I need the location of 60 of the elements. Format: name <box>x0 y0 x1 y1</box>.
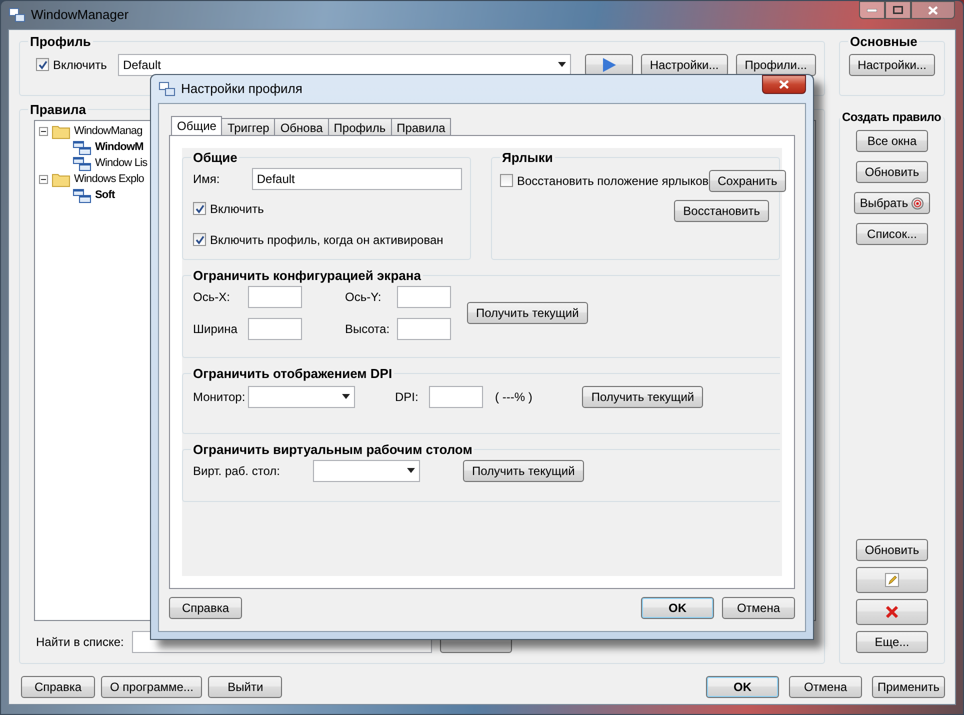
get-current-button[interactable]: Получить текущий <box>467 302 588 324</box>
footer-button[interactable]: OK <box>706 676 779 698</box>
save-button[interactable]: Сохранить <box>708 170 786 192</box>
footer-button[interactable]: О программе... <box>101 676 202 698</box>
profile-button[interactable]: Профили... <box>736 54 816 76</box>
dpi-percent: ( ---% ) <box>495 388 532 406</box>
checkbox-label: Включить <box>210 200 264 218</box>
side-button[interactable]: Обновить <box>856 539 928 561</box>
checkbox-label: Включить профиль, когда он активирован <box>210 232 444 248</box>
tab[interactable]: Общие <box>171 116 222 135</box>
dropdown[interactable]: Default <box>118 54 571 76</box>
name-field[interactable]: Default <box>252 168 462 190</box>
group-title: Основные <box>849 33 918 51</box>
tab[interactable]: Профиль <box>328 118 392 135</box>
group-title: Ограничить конфигурацией экрана <box>192 267 422 285</box>
group-title: Правила <box>29 101 87 119</box>
window-title: WindowManager <box>31 6 129 24</box>
tab[interactable]: Правила <box>390 118 452 135</box>
field-label: Ширина <box>193 320 238 338</box>
side-button[interactable]: Все окна <box>856 130 928 152</box>
tree-item[interactable]: WindowManag <box>74 123 142 140</box>
help-button[interactable]: Справка <box>169 597 242 619</box>
group-title: Создать правило <box>841 109 942 126</box>
tree-item[interactable]: Window Lis <box>95 155 148 172</box>
settings-button[interactable]: Настройки... <box>848 54 936 76</box>
group-title: Профиль <box>29 33 92 51</box>
group-title: Общие <box>192 149 238 167</box>
pick-window-button[interactable]: Выбрать <box>854 192 930 214</box>
dialog-footer-button[interactable]: OK <box>641 597 714 619</box>
group-title: Ограничить виртуальным рабочим столом <box>192 441 474 459</box>
get-current-button[interactable]: Получить текущий <box>463 460 584 482</box>
side-button[interactable]: Обновить <box>856 161 928 183</box>
footer-button[interactable]: Выйти <box>208 676 282 698</box>
checkbox-label: Восстановить положение ярлыков <box>517 172 709 190</box>
side-button[interactable]: Еще... <box>856 631 928 653</box>
name-label: Имя: <box>193 170 221 188</box>
tree-item[interactable]: Windows Explo <box>74 171 144 188</box>
tree-item[interactable]: WindowM <box>95 139 144 156</box>
field-label: Высота: <box>344 320 391 338</box>
restore-button[interactable]: Восстановить <box>674 200 769 222</box>
footer-button[interactable]: Справка <box>21 676 95 698</box>
field-label: Ось-Y: <box>344 288 382 306</box>
get-current-button[interactable]: Получить текущий <box>582 386 704 408</box>
checkbox-label: Включить <box>53 56 107 74</box>
group-title: Ограничить отображением DPI <box>192 365 394 383</box>
search-label: Найти в списке: <box>36 634 124 651</box>
profile-button[interactable]: Настройки... <box>640 54 728 76</box>
tab[interactable]: Триггер <box>221 118 276 135</box>
footer-button[interactable]: Применить <box>872 676 945 698</box>
side-button[interactable]: Список... <box>856 223 928 245</box>
field-label: Ось-X: <box>193 288 231 306</box>
footer-button[interactable]: Отмена <box>789 676 862 698</box>
tab[interactable]: Обнова <box>274 118 329 135</box>
tree-item[interactable]: Soft <box>95 187 115 204</box>
dpi-label: DPI: <box>395 388 420 406</box>
dialog-footer-button[interactable]: Отмена <box>722 597 795 619</box>
desktop-label: Вирт. раб. стол: <box>193 462 281 480</box>
monitor-label: Монитор: <box>193 388 246 406</box>
dialog-title: Настройки профиля <box>181 80 302 98</box>
group-title: Ярлыки <box>501 149 554 167</box>
